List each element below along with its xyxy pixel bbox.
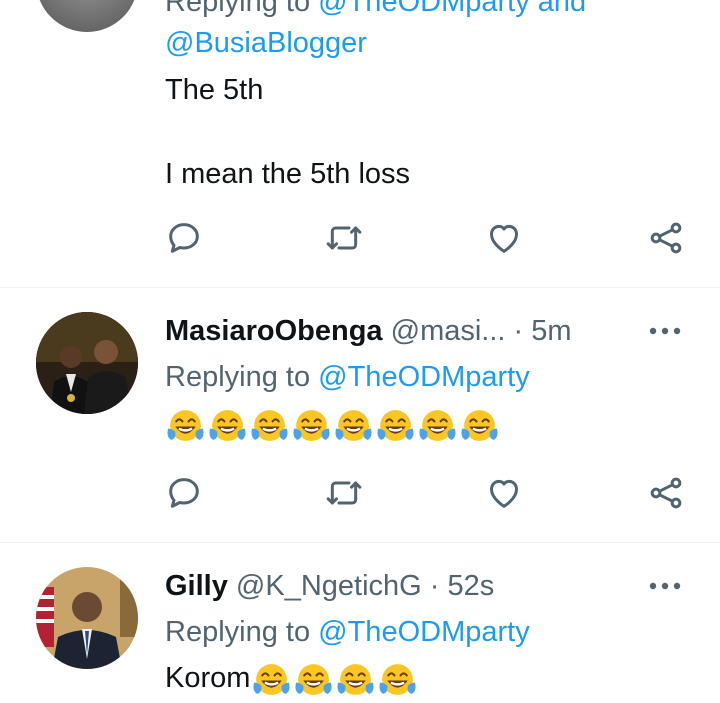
face-with-tears-of-joy-emoji — [461, 409, 498, 441]
face-with-tears-of-joy-emoji — [293, 409, 330, 441]
face-with-tears-of-joy-emoji — [209, 409, 246, 441]
tweet-actions — [160, 214, 700, 262]
reply-button[interactable] — [160, 214, 208, 262]
replying-to-line: Replying to @TheODMparty and — [165, 0, 700, 21]
face-with-tears-of-joy-emoji — [337, 663, 374, 695]
face-with-tears-of-joy-emoji — [251, 409, 288, 441]
replying-to-line: Replying to @TheODMparty — [165, 616, 530, 648]
like-button[interactable] — [480, 214, 528, 262]
timestamp[interactable]: · 52s — [430, 570, 494, 602]
user-handle[interactable]: @masi... — [391, 315, 506, 347]
retweet-button[interactable] — [320, 469, 368, 517]
retweet-icon — [324, 473, 364, 513]
avatar[interactable] — [36, 567, 138, 669]
tweet-text: The 5th — [165, 74, 264, 106]
tweet-header: MasiaroObenga @masi... · 5m — [165, 312, 572, 350]
mention-link[interactable]: @TheODMparty — [318, 616, 530, 648]
replying-to-line: Replying to @TheODMparty — [165, 361, 530, 393]
more-icon — [648, 581, 682, 591]
display-name[interactable]: Gilly — [165, 570, 228, 602]
face-with-tears-of-joy-emoji — [295, 663, 332, 695]
face-with-tears-of-joy-emoji — [379, 663, 416, 695]
share-icon — [646, 473, 686, 513]
face-with-tears-of-joy-emoji — [253, 663, 290, 695]
mention-link[interactable]: @TheODMparty and — [318, 0, 586, 18]
more-button[interactable] — [645, 312, 685, 350]
tweet-1[interactable]: Replying to @TheODMparty and @BusiaBlogg… — [0, 0, 720, 287]
tweet-header: Gilly @K_NgetichG · 52s — [165, 567, 494, 605]
share-button[interactable] — [642, 469, 690, 517]
retweet-button[interactable] — [320, 214, 368, 262]
reply-icon — [164, 218, 204, 258]
more-button[interactable] — [645, 567, 685, 605]
face-with-tears-of-joy-emoji — [167, 409, 204, 441]
mention-link[interactable]: @TheODMparty — [318, 361, 530, 393]
display-name[interactable]: MasiaroObenga — [165, 315, 383, 347]
like-icon — [484, 473, 524, 513]
avatar-image — [36, 312, 138, 414]
share-button[interactable] — [642, 214, 690, 262]
tweet-2[interactable]: MasiaroObenga @masi... · 5m Replying to … — [0, 288, 720, 542]
retweet-icon — [324, 218, 364, 258]
avatar-image — [36, 567, 138, 669]
tweet-text-word: Korom — [165, 662, 251, 694]
share-icon — [646, 218, 686, 258]
more-icon — [648, 326, 682, 336]
tweet-text: I mean the 5th loss — [165, 158, 411, 190]
tweet-text — [165, 403, 700, 445]
reply-icon — [164, 473, 204, 513]
tweet-actions — [160, 469, 700, 517]
timestamp[interactable]: · 5m — [514, 315, 572, 347]
user-handle[interactable]: @K_NgetichG — [236, 570, 422, 602]
avatar[interactable] — [36, 312, 138, 414]
like-button[interactable] — [480, 469, 528, 517]
face-with-tears-of-joy-emoji — [419, 409, 456, 441]
tweet-text: Korom — [165, 657, 700, 699]
avatar[interactable] — [36, 0, 138, 32]
face-with-tears-of-joy-emoji — [335, 409, 372, 441]
mention-link[interactable]: @BusiaBlogger — [165, 24, 700, 62]
reply-button[interactable] — [160, 469, 208, 517]
face-with-tears-of-joy-emoji — [377, 409, 414, 441]
tweet-3[interactable]: Gilly @K_NgetichG · 52s Replying to @The… — [0, 543, 720, 703]
like-icon — [484, 218, 524, 258]
